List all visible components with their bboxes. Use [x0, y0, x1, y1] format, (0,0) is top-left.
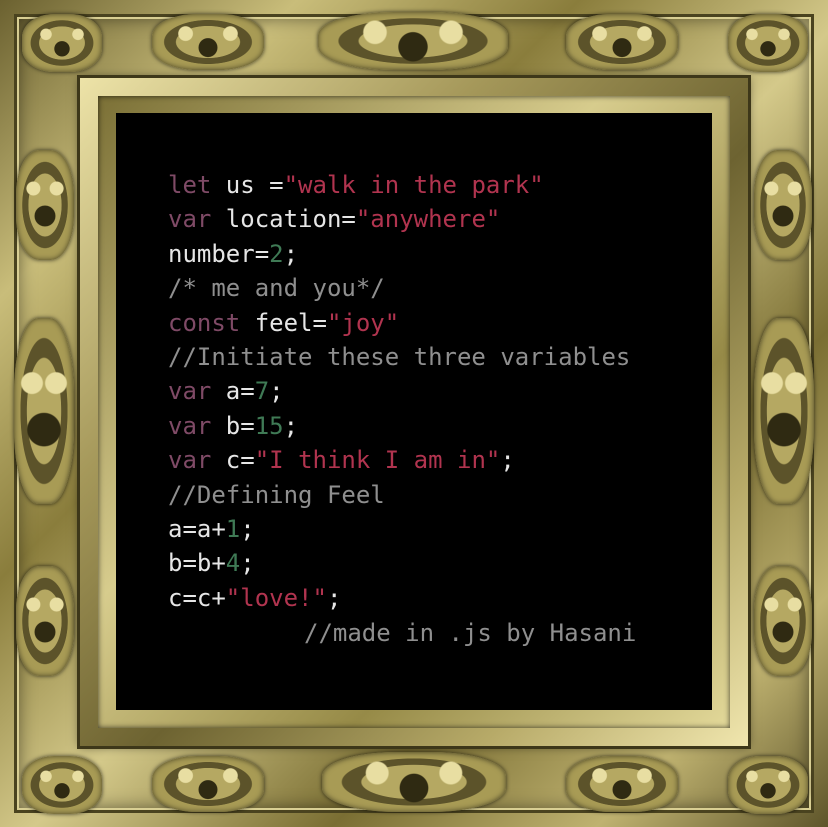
code-token-number: 15	[254, 411, 284, 440]
frame-ornament-icon	[318, 12, 508, 70]
code-line: b=b+4;	[168, 546, 630, 580]
code-line: number=2;	[168, 237, 630, 271]
frame-ornament-icon	[728, 756, 808, 814]
frame-ornament-icon	[14, 318, 74, 504]
code-token-keyword: let	[168, 171, 212, 199]
code-token-string: "walk in the park"	[283, 171, 544, 199]
signature-comment: //made in .js by Hasani	[304, 619, 637, 647]
code-line: const feel="joy"	[168, 306, 630, 340]
code-token-string: "joy"	[326, 308, 400, 337]
code-line: let us ="walk in the park"	[168, 168, 630, 202]
code-token-string: "I think I am in"	[254, 446, 501, 475]
code-token-plain: ;	[326, 583, 342, 612]
code-token-plain: c=	[211, 446, 255, 475]
code-token-plain: b=	[211, 411, 255, 440]
frame-ornament-icon	[322, 752, 506, 812]
frame-ornament-icon	[754, 566, 812, 676]
code-token-keyword: var	[168, 411, 212, 440]
frame-ornament-icon	[566, 14, 678, 70]
code-token-plain: feel=	[240, 308, 327, 337]
frame-ornament-icon	[152, 756, 264, 812]
frame-ornament-icon	[728, 14, 808, 72]
code-line: var location="anywhere"	[168, 202, 630, 236]
code-token-comment: /* me and you*/	[168, 274, 385, 303]
code-token-plain: a=	[211, 377, 255, 406]
code-token-plain: ;	[269, 377, 284, 406]
code-block: let us ="walk in the park" var location="…	[168, 168, 630, 615]
code-token-plain: c=c+	[168, 583, 226, 612]
code-line: /* me and you*/	[168, 271, 630, 305]
code-token-plain: ;	[500, 446, 515, 475]
code-line: var b=15;	[168, 409, 630, 443]
frame-ornament-icon	[754, 150, 812, 260]
frame-ornament-icon	[22, 756, 102, 814]
frame-ornament-icon	[566, 756, 678, 812]
code-token-plain: ;	[240, 549, 255, 578]
code-token-plain: ;	[283, 239, 299, 268]
code-token-keyword: const	[168, 308, 241, 337]
code-token-plain: b=b+	[168, 549, 226, 578]
code-line: //Initiate these three variables	[168, 340, 630, 374]
code-line: a=a+1;	[168, 512, 630, 546]
frame-ornament-icon	[16, 150, 74, 260]
code-token-plain: us =	[211, 171, 284, 199]
code-line: var a=7;	[168, 374, 630, 408]
code-token-plain: number=	[168, 239, 270, 268]
code-token-number: 2	[269, 239, 284, 268]
frame-ornament-icon	[754, 318, 814, 504]
code-token-number: 4	[225, 549, 241, 578]
code-token-string: "love!"	[225, 583, 327, 612]
code-line: var c="I think I am in";	[168, 443, 630, 477]
code-token-plain: ;	[240, 514, 255, 543]
code-line: //Defining Feel	[168, 478, 630, 512]
code-token-plain: location=	[211, 205, 356, 234]
code-token-comment: //Initiate these three variables	[168, 342, 631, 371]
code-token-plain: ;	[283, 411, 299, 440]
code-token-keyword: var	[168, 205, 212, 234]
frame-ornament-icon	[16, 566, 74, 676]
code-line: c=c+"love!";	[168, 581, 630, 615]
code-token-number: 7	[254, 377, 270, 406]
code-token-keyword: var	[168, 446, 212, 475]
code-token-string: "anywhere"	[355, 205, 501, 234]
code-token-number: 1	[225, 514, 241, 543]
frame-ornament-icon	[152, 14, 264, 70]
code-token-keyword: var	[168, 377, 212, 406]
code-token-plain: a=a+	[168, 514, 226, 543]
code-token-comment: //Defining Feel	[168, 480, 385, 509]
frame-ornament-icon	[22, 14, 102, 72]
